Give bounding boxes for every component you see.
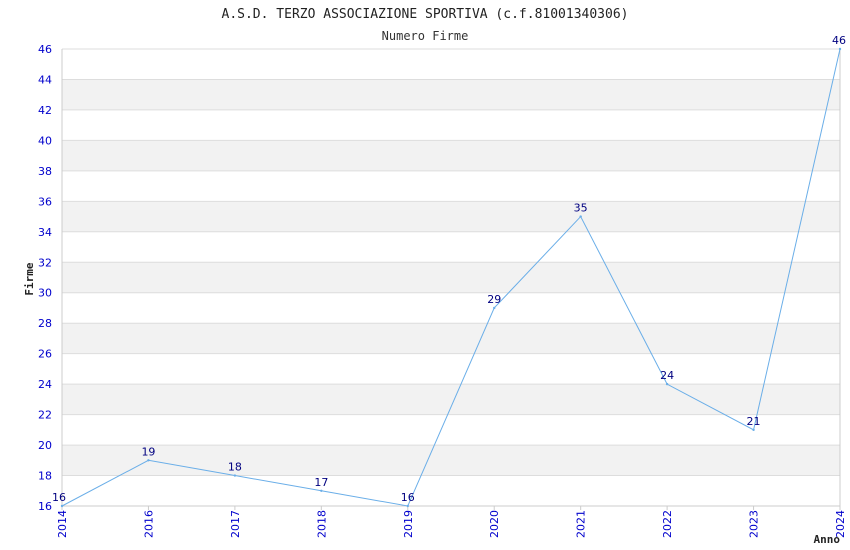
background-band xyxy=(62,140,840,171)
x-tick-label: 2016 xyxy=(142,510,155,538)
x-tick-label: 2019 xyxy=(402,510,415,538)
background-band xyxy=(62,323,840,354)
y-tick-label: 44 xyxy=(38,73,52,86)
background-band xyxy=(62,384,840,415)
data-point xyxy=(233,474,237,477)
x-tick-label: 2014 xyxy=(56,510,69,538)
data-point xyxy=(665,382,669,386)
y-tick-label: 24 xyxy=(38,378,52,391)
y-tick-label: 18 xyxy=(38,470,52,483)
data-point xyxy=(838,47,842,51)
data-label: 24 xyxy=(660,369,674,382)
chart-title: A.S.D. TERZO ASSOCIAZIONE SPORTIVA (c.f.… xyxy=(222,7,629,22)
data-point xyxy=(752,428,755,432)
y-tick-label: 46 xyxy=(38,43,52,56)
y-tick-label: 26 xyxy=(38,348,52,361)
y-axis-ticks: 16 18 20 22 24 26 28 30 32 34 36 38 40 42 44 46 xyxy=(38,43,52,513)
background-band xyxy=(62,262,840,293)
data-label: 35 xyxy=(574,202,588,215)
data-label: 18 xyxy=(228,461,242,474)
x-axis-label: Anno xyxy=(814,533,841,546)
background-band xyxy=(62,445,840,476)
x-tick-label: 2017 xyxy=(229,510,242,538)
data-label: 19 xyxy=(141,445,155,458)
y-tick-label: 28 xyxy=(38,317,52,330)
x-tick-label: 2023 xyxy=(748,510,761,538)
data-label: 29 xyxy=(487,293,501,306)
data-label: 16 xyxy=(52,491,66,504)
data-point xyxy=(493,306,496,310)
data-point xyxy=(406,504,409,508)
data-point xyxy=(60,504,64,508)
y-tick-label: 34 xyxy=(38,226,52,239)
y-tick-label: 38 xyxy=(38,165,52,178)
y-tick-label: 30 xyxy=(38,287,52,300)
x-axis-ticks: 2014 2016 2017 2018 2019 2020 2021 2022 2023 2024 xyxy=(56,506,847,538)
y-tick-label: 36 xyxy=(38,195,52,208)
y-tick-label: 40 xyxy=(38,134,52,147)
background-band xyxy=(62,79,840,110)
data-point xyxy=(579,215,582,218)
background-band xyxy=(62,201,840,232)
data-point xyxy=(147,459,150,462)
data-label: 46 xyxy=(832,34,846,47)
y-tick-label: 32 xyxy=(38,256,52,269)
data-label: 21 xyxy=(747,415,761,428)
y-tick-label: 22 xyxy=(38,409,52,422)
data-point xyxy=(320,489,323,492)
x-tick-label: 2022 xyxy=(661,510,674,538)
x-tick-label: 2018 xyxy=(315,510,328,538)
background-bands xyxy=(62,79,840,476)
x-tick-label: 2020 xyxy=(488,510,501,538)
line-chart: A.S.D. TERZO ASSOCIAZIONE SPORTIVA (c.f.… xyxy=(23,7,847,546)
x-tick-label: 2021 xyxy=(575,510,588,538)
data-label: 16 xyxy=(401,491,415,504)
chart-subtitle: Numero Firme xyxy=(382,29,469,43)
y-tick-label: 20 xyxy=(38,439,52,452)
data-label: 17 xyxy=(314,476,328,489)
y-tick-label: 42 xyxy=(38,104,52,117)
y-tick-label: 16 xyxy=(38,500,52,513)
y-axis-label: Firme xyxy=(23,262,36,295)
